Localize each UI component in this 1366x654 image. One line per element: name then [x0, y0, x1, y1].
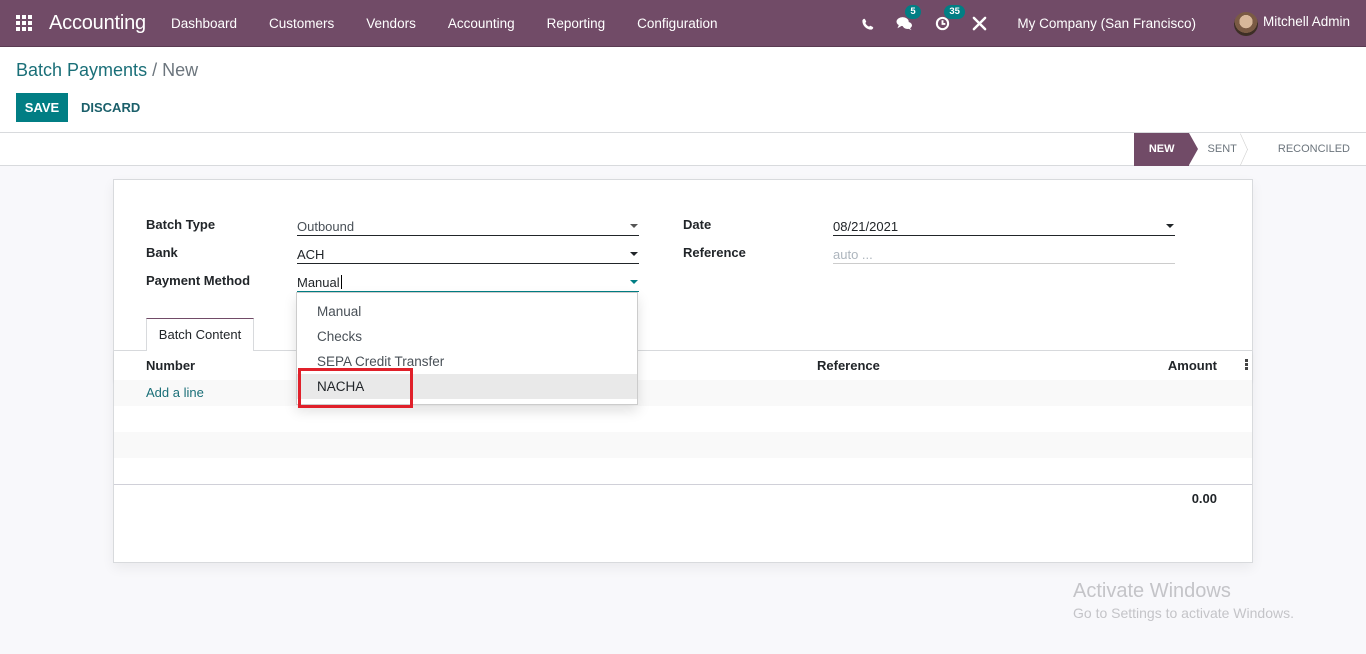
menu-configuration[interactable]: Configuration [621, 16, 733, 31]
payment-method-dropdown: Manual Checks SEPA Credit Transfer NACHA [296, 292, 638, 405]
date-value: 08/21/2021 [833, 219, 899, 234]
main-menu: Dashboard Customers Vendors Accounting R… [160, 16, 734, 31]
date-input[interactable]: 08/21/2021 [833, 216, 1175, 236]
activate-windows-watermark: Activate Windows Go to Settings to activ… [1073, 580, 1294, 621]
option-nacha[interactable]: NACHA [297, 374, 637, 399]
control-panel: Batch Payments / New SAVE DISCARD [0, 47, 1366, 133]
menu-accounting[interactable]: Accounting [432, 16, 531, 31]
add-a-line-link[interactable]: Add a line [146, 385, 204, 400]
batch-type-select[interactable]: Outbound [297, 216, 639, 236]
debug-tools-icon[interactable] [972, 16, 987, 31]
form-sheet: Batch Type Outbound Bank ACH Payment Met… [113, 179, 1253, 563]
table-row [114, 432, 1252, 458]
watermark-subtitle: Go to Settings to activate Windows. [1073, 605, 1294, 621]
payment-method-input[interactable]: Manual [297, 272, 639, 292]
tab-batch-content[interactable]: Batch Content [146, 318, 254, 351]
bank-select[interactable]: ACH [297, 244, 639, 264]
table-footer-divider [114, 484, 1252, 485]
menu-dashboard[interactable]: Dashboard [160, 16, 253, 31]
reference-input[interactable]: auto ... [833, 244, 1175, 264]
text-cursor [340, 275, 342, 289]
amount-total: 0.00 [1191, 491, 1217, 506]
app-title[interactable]: Accounting [49, 12, 146, 35]
optional-columns-menu-icon[interactable] [1245, 359, 1248, 371]
option-manual[interactable]: Manual [297, 299, 637, 324]
batch-type-value: Outbound [297, 219, 355, 234]
avatar [1233, 11, 1258, 36]
menu-customers[interactable]: Customers [253, 16, 350, 31]
stage-reconciled[interactable]: RECONCILED [1254, 133, 1366, 166]
app-menu-grid-icon[interactable] [16, 15, 32, 31]
activities-clock-icon[interactable]: 35 [935, 5, 965, 31]
breadcrumb-separator: / [147, 60, 163, 80]
status-bar: NEW SENT RECONCILED [0, 133, 1366, 166]
chevron-down-icon [630, 252, 638, 256]
menu-reporting[interactable]: Reporting [531, 16, 622, 31]
watermark-title: Activate Windows [1073, 580, 1231, 602]
table-row [114, 406, 1252, 432]
column-amount[interactable]: Amount [1168, 358, 1217, 373]
breadcrumb-current: New [162, 60, 199, 80]
menu-vendors[interactable]: Vendors [350, 16, 432, 31]
payment-method-label: Payment Method [146, 273, 251, 288]
stage-new[interactable]: NEW [1133, 133, 1198, 166]
activities-count-badge: 35 [944, 5, 965, 19]
messages-count-badge: 5 [905, 5, 921, 19]
table-row [114, 380, 1252, 406]
bank-value: ACH [297, 247, 325, 262]
user-menu[interactable]: Mitchell Admin [1233, 11, 1350, 36]
user-name: Mitchell Admin [1262, 14, 1350, 29]
reference-label: Reference [683, 245, 746, 260]
option-checks[interactable]: Checks [297, 324, 637, 349]
stage-sent[interactable]: SENT [1189, 133, 1254, 166]
date-label: Date [683, 217, 712, 232]
table-header: Number Reference Amount [114, 351, 1252, 380]
messages-icon[interactable]: 5 [896, 5, 921, 31]
discard-button[interactable]: DISCARD [72, 93, 149, 122]
breadcrumb: Batch Payments / New [16, 60, 198, 81]
table-row [114, 458, 1252, 484]
batch-type-label: Batch Type [146, 217, 216, 232]
bank-label: Bank [146, 245, 178, 260]
option-sepa-credit-transfer[interactable]: SEPA Credit Transfer [297, 349, 637, 374]
reference-placeholder: auto ... [833, 247, 873, 262]
systray: 5 35 My Company (San Francisco) Mitchell… [862, 0, 1366, 47]
payment-method-value: Manual [297, 275, 340, 290]
save-button[interactable]: SAVE [16, 93, 68, 122]
column-reference[interactable]: Reference [817, 358, 880, 373]
chevron-down-icon [630, 224, 638, 228]
chevron-down-icon [1166, 224, 1174, 228]
phone-icon[interactable] [862, 18, 874, 30]
breadcrumb-batch-payments[interactable]: Batch Payments [16, 60, 147, 80]
top-navbar: Accounting Dashboard Customers Vendors A… [0, 0, 1366, 47]
status-stages: NEW SENT RECONCILED [1133, 133, 1366, 166]
column-number[interactable]: Number [146, 358, 195, 373]
chevron-down-icon [630, 280, 638, 284]
company-switcher[interactable]: My Company (San Francisco) [1017, 16, 1196, 31]
